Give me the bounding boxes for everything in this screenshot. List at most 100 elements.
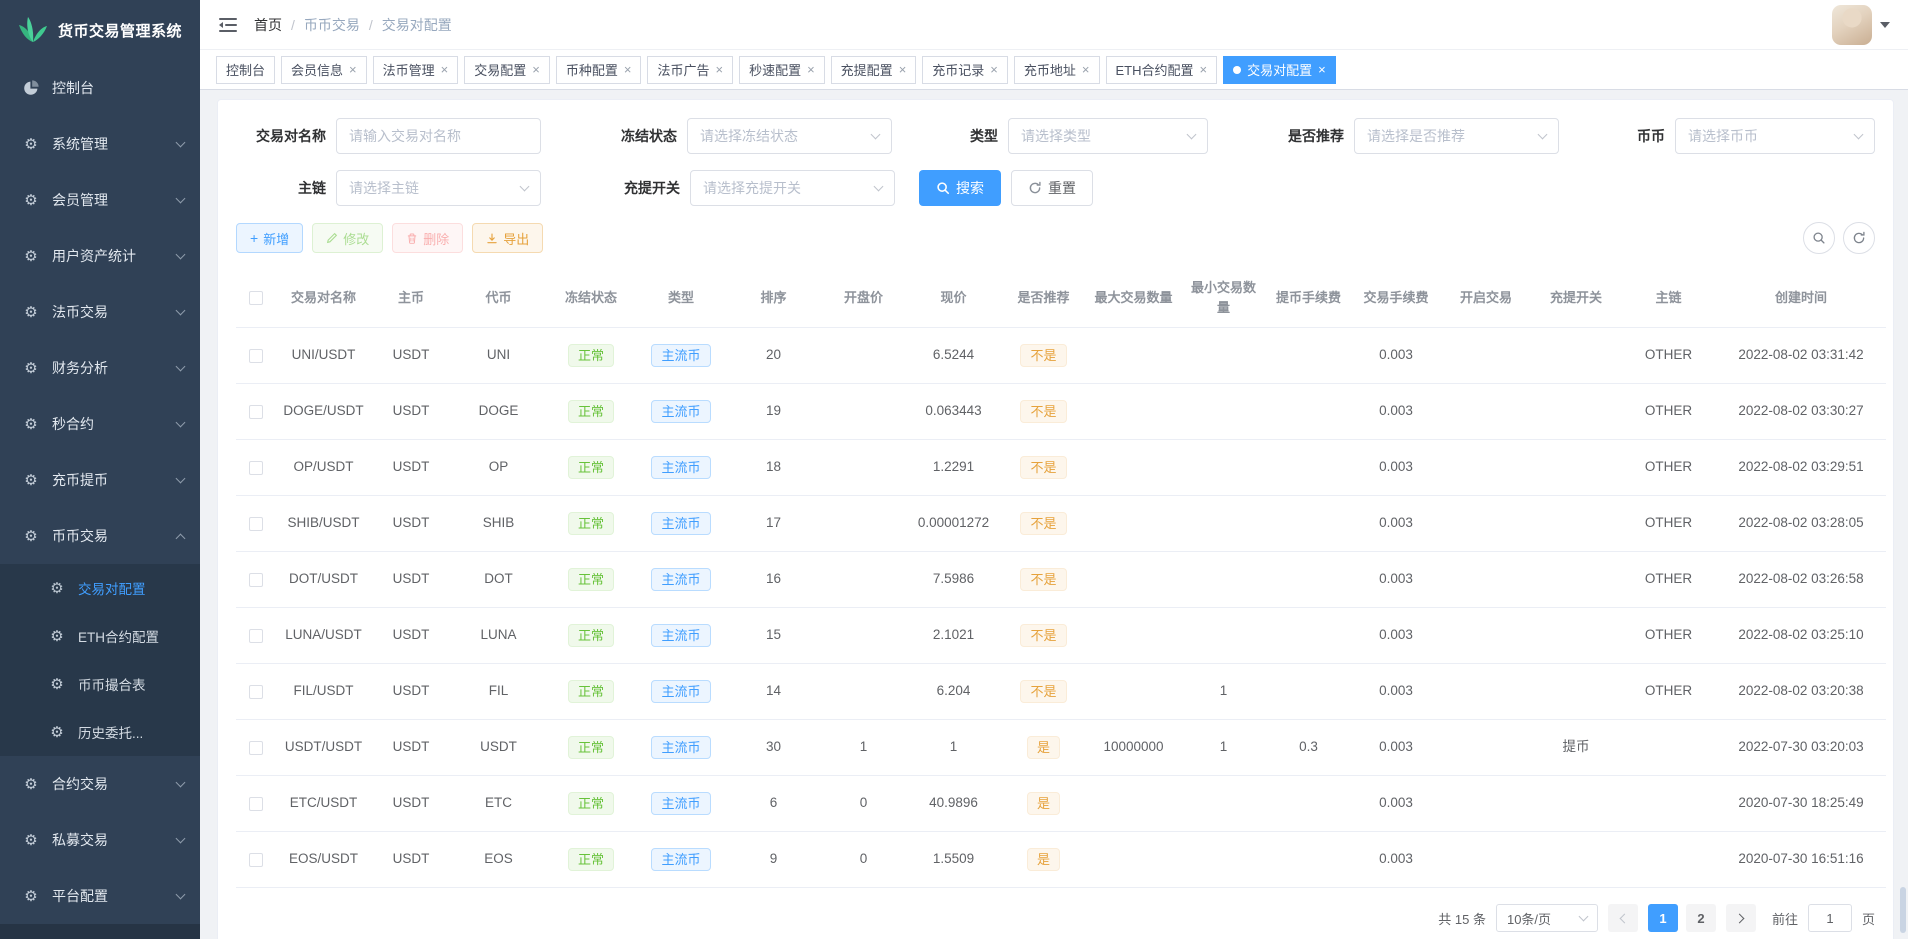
page-button-2[interactable]: 2 xyxy=(1686,904,1716,932)
sidebar-item-6[interactable]: ⚙秒合约 xyxy=(0,396,200,452)
close-icon[interactable]: × xyxy=(349,63,357,76)
tab-label: 法币广告 xyxy=(657,60,709,79)
tab-1[interactable]: 会员信息× xyxy=(281,56,367,84)
row-checkbox[interactable] xyxy=(249,405,263,419)
tab-4[interactable]: 币种配置× xyxy=(556,56,642,84)
tab-7[interactable]: 充提配置× xyxy=(831,56,917,84)
close-icon[interactable]: × xyxy=(441,63,449,76)
close-icon[interactable]: × xyxy=(899,63,907,76)
prev-page-button[interactable] xyxy=(1608,904,1638,932)
row-checkbox[interactable] xyxy=(249,685,263,699)
goto-label: 前往 xyxy=(1772,909,1798,928)
sidebar-item-0[interactable]: 控制台 xyxy=(0,60,200,116)
add-button[interactable]: + 新增 xyxy=(236,223,303,253)
filter-select-3[interactable]: 请选择是否推荐 xyxy=(1354,118,1559,154)
row-checkbox[interactable] xyxy=(249,349,263,363)
page-size-select[interactable]: 10条/页 xyxy=(1496,904,1598,932)
cell: 2022-08-02 03:20:38 xyxy=(1716,664,1886,720)
sidebar-subitem-3[interactable]: ⚙历史委托... xyxy=(0,708,200,756)
refresh-icon xyxy=(1028,181,1042,195)
sidebar-item-3[interactable]: ⚙用户资产统计 xyxy=(0,228,200,284)
pair-name-input[interactable] xyxy=(336,118,541,154)
row-checkbox[interactable] xyxy=(249,741,263,755)
sidebar-item-7[interactable]: ⚙充币提币 xyxy=(0,452,200,508)
close-icon[interactable]: × xyxy=(1318,63,1326,76)
cell: EOS/USDT xyxy=(276,832,371,888)
sidebar-item-1[interactable]: ⚙系统管理 xyxy=(0,116,200,172)
row-checkbox[interactable] xyxy=(249,573,263,587)
tab-11[interactable]: 交易对配置× xyxy=(1223,56,1336,84)
close-icon[interactable]: × xyxy=(1200,63,1208,76)
cell: USDT xyxy=(371,496,451,552)
row-checkbox[interactable] xyxy=(249,853,263,867)
reset-button[interactable]: 重置 xyxy=(1011,170,1093,206)
sidebar-subitem-0[interactable]: ⚙交易对配置 xyxy=(0,564,200,612)
page-button-1[interactable]: 1 xyxy=(1648,904,1678,932)
cell: 不是 xyxy=(1001,384,1086,440)
cell xyxy=(1181,328,1266,384)
row-checkbox[interactable] xyxy=(249,629,263,643)
sidebar-item-10[interactable]: ⚙私募交易 xyxy=(0,812,200,868)
close-icon[interactable]: × xyxy=(624,63,632,76)
filter-label: 充提开关 xyxy=(602,178,680,198)
cell: 0.003 xyxy=(1351,664,1441,720)
status-badge: 不是 xyxy=(1020,568,1066,591)
sidebar-item-8[interactable]: ⚙币币交易 xyxy=(0,508,200,564)
sidebar-subitem-2[interactable]: ⚙币币撮合表 xyxy=(0,660,200,708)
tab-3[interactable]: 交易配置× xyxy=(464,56,550,84)
search-button[interactable]: 搜索 xyxy=(919,170,1001,206)
select-all-checkbox[interactable] xyxy=(249,291,263,305)
cell xyxy=(1181,496,1266,552)
close-icon[interactable]: × xyxy=(807,63,815,76)
filter-select-6[interactable]: 请选择充提开关 xyxy=(690,170,895,206)
filter-select-2[interactable]: 请选择类型 xyxy=(1008,118,1208,154)
status-badge: 正常 xyxy=(568,568,614,591)
close-icon[interactable]: × xyxy=(990,63,998,76)
cell xyxy=(1441,552,1531,608)
tab-6[interactable]: 秒速配置× xyxy=(739,56,825,84)
sidebar-subitem-1[interactable]: ⚙ETH合约配置 xyxy=(0,612,200,660)
chevron-down-icon[interactable] xyxy=(1880,22,1890,28)
sidebar-item-2[interactable]: ⚙会员管理 xyxy=(0,172,200,228)
tab-0[interactable]: 控制台 xyxy=(216,56,275,84)
scrollbar-thumb[interactable] xyxy=(1900,887,1906,933)
table-header-row: 交易对名称主币代币冻结状态类型排序开盘价现价是否推荐最大交易数量最小交易数量提币… xyxy=(236,268,1886,328)
sidebar-item-11[interactable]: ⚙平台配置 xyxy=(0,868,200,924)
chevron-down-icon xyxy=(176,306,186,316)
next-page-button[interactable] xyxy=(1726,904,1756,932)
export-button[interactable]: 导出 xyxy=(472,223,543,253)
tab-2[interactable]: 法币管理× xyxy=(373,56,459,84)
sidebar-item-label: 私募交易 xyxy=(52,830,177,850)
delete-button[interactable]: 删除 xyxy=(392,223,463,253)
edit-button[interactable]: 修改 xyxy=(312,223,383,253)
cell: SHIB/USDT xyxy=(276,496,371,552)
sidebar-item-4[interactable]: ⚙法币交易 xyxy=(0,284,200,340)
refresh-table-button[interactable] xyxy=(1843,222,1875,254)
breadcrumb-home[interactable]: 首页 xyxy=(254,15,282,35)
hamburger-icon[interactable] xyxy=(218,16,238,34)
close-icon[interactable]: × xyxy=(1082,63,1090,76)
status-badge: 是 xyxy=(1027,848,1060,871)
row-checkbox[interactable] xyxy=(249,517,263,531)
status-badge: 不是 xyxy=(1020,512,1066,535)
cell: 不是 xyxy=(1001,440,1086,496)
cell: OTHER xyxy=(1621,440,1716,496)
select-placeholder: 请选择主链 xyxy=(349,178,419,198)
tab-label: 控制台 xyxy=(226,60,265,79)
tab-9[interactable]: 充币地址× xyxy=(1014,56,1100,84)
goto-page-input[interactable] xyxy=(1808,904,1852,932)
row-checkbox[interactable] xyxy=(249,797,263,811)
close-icon[interactable]: × xyxy=(532,63,540,76)
row-checkbox[interactable] xyxy=(249,461,263,475)
close-icon[interactable]: × xyxy=(715,63,723,76)
tab-5[interactable]: 法币广告 × xyxy=(647,56,733,84)
sidebar-item-9[interactable]: ⚙合约交易 xyxy=(0,756,200,812)
user-avatar[interactable] xyxy=(1832,5,1872,45)
filter-select-5[interactable]: 请选择主链 xyxy=(336,170,541,206)
sidebar-item-5[interactable]: ⚙财务分析 xyxy=(0,340,200,396)
show-search-button[interactable] xyxy=(1803,222,1835,254)
tab-8[interactable]: 充币记录× xyxy=(922,56,1008,84)
tab-10[interactable]: ETH合约配置× xyxy=(1106,56,1218,84)
filter-select-1[interactable]: 请选择冻结状态 xyxy=(687,118,892,154)
filter-select-4[interactable]: 请选择币币 xyxy=(1675,118,1875,154)
